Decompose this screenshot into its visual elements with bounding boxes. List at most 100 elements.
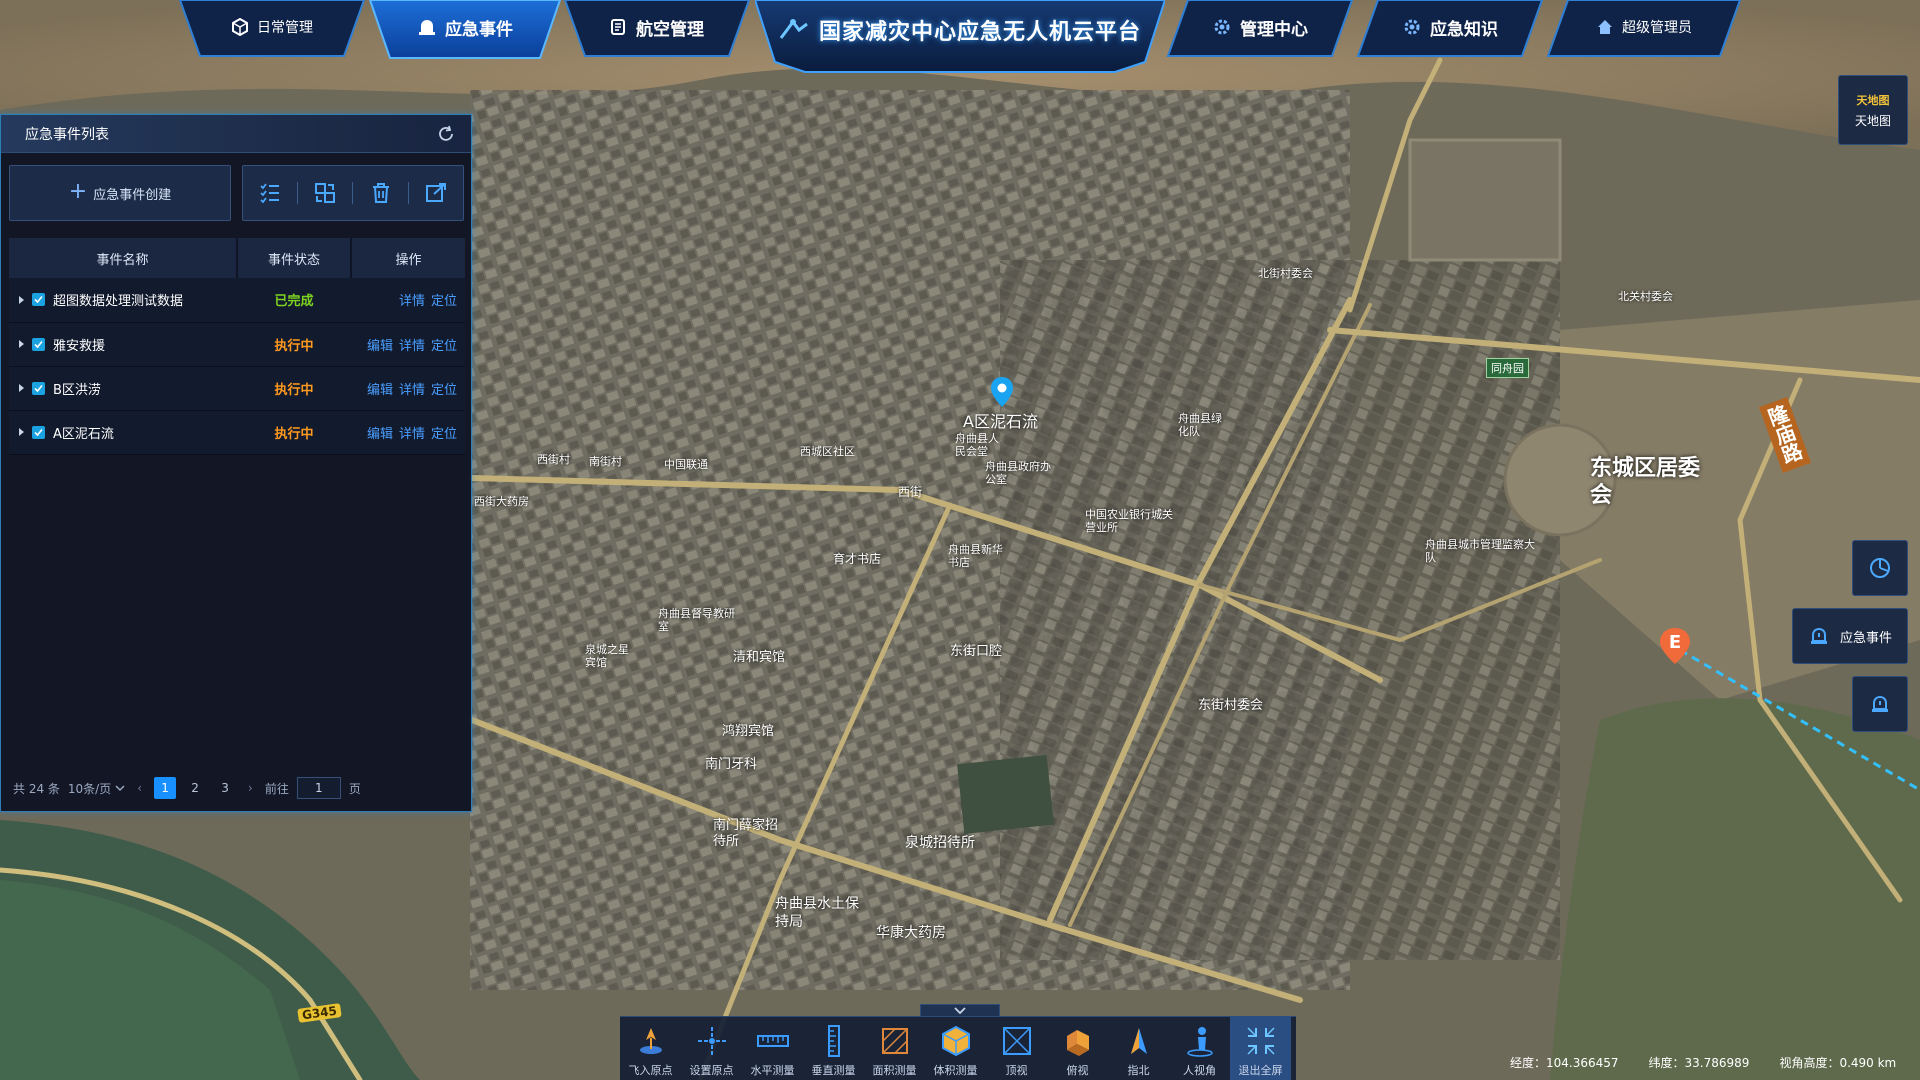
map-label: 鸿翔宾馆 xyxy=(722,724,775,739)
top-view-tool[interactable]: 顶视 xyxy=(986,1016,1047,1080)
event-name: B区洪涝 xyxy=(53,382,101,398)
tab-label: 管理中心 xyxy=(1240,19,1308,40)
goto-label: 前往 xyxy=(264,781,289,796)
expand-caret-icon[interactable] xyxy=(19,428,24,436)
map-label: 西街大药房 xyxy=(474,495,529,508)
expand-caret-icon[interactable] xyxy=(19,340,24,348)
checklist-button[interactable] xyxy=(256,179,284,207)
page-3[interactable]: 3 xyxy=(214,777,236,799)
volume-measure-tool[interactable]: 体积测量 xyxy=(925,1016,986,1080)
tool-label: 退出全屏 xyxy=(1238,1064,1283,1077)
home-icon xyxy=(1598,20,1612,34)
app-title: 国家减灾中心应急无人机云平台 xyxy=(818,20,1141,45)
map-label: 舟曲县城市管理监察大队 xyxy=(1425,538,1535,564)
table-row[interactable]: B区洪涝 执行中 编辑 详情 定位 xyxy=(9,366,465,410)
detail-link[interactable]: 详情 xyxy=(399,427,425,442)
create-event-label: 应急事件创建 xyxy=(93,187,172,203)
goto-page-input[interactable] xyxy=(296,777,341,799)
next-page-button[interactable]: › xyxy=(244,781,257,795)
page-size-value: 10条/页 xyxy=(67,781,112,796)
latitude-readout: 纬度：33.786989 xyxy=(1648,1056,1750,1070)
table-row[interactable]: A区泥石流 执行中 编辑 详情 定位 xyxy=(9,410,465,454)
pie-chart-icon xyxy=(1870,558,1890,578)
prev-page-button[interactable]: ‹ xyxy=(133,781,146,795)
fly-in-icon xyxy=(639,1028,662,1054)
expand-caret-icon[interactable] xyxy=(19,295,24,304)
create-event-button[interactable]: + 应急事件创建 xyxy=(9,165,231,221)
row-checkbox[interactable] xyxy=(32,381,45,395)
fly-in-origin-tool[interactable]: 飞入原点 xyxy=(620,1016,681,1080)
locate-link[interactable]: 定位 xyxy=(431,383,457,398)
check-icon xyxy=(34,296,43,304)
refresh-icon[interactable] xyxy=(437,125,455,143)
tab-emergency-knowledge[interactable]: 应急知识 xyxy=(1350,0,1550,62)
edit-link[interactable]: 编辑 xyxy=(367,427,393,442)
table-row[interactable]: 超图数据处理测试数据 已完成 详情 定位 xyxy=(9,278,465,322)
detail-link[interactable]: 详情 xyxy=(399,383,425,398)
map-label: 东城区居委会 xyxy=(1590,456,1701,508)
locate-link[interactable]: 定位 xyxy=(431,339,457,354)
tool-label: 俯视 xyxy=(1066,1064,1089,1077)
oblique-view-icon xyxy=(1066,1030,1089,1056)
merge-button[interactable] xyxy=(311,179,339,207)
alarm-button[interactable] xyxy=(1852,676,1908,732)
export-button[interactable] xyxy=(422,179,450,207)
page-2[interactable]: 2 xyxy=(184,777,206,799)
event-name: 雅安救援 xyxy=(53,338,106,354)
edit-link[interactable]: 编辑 xyxy=(367,339,393,354)
map-label: 北关村委会 xyxy=(1618,290,1673,303)
page-unit: 页 xyxy=(348,781,361,796)
vertical-measure-icon xyxy=(827,1025,840,1057)
column-header: 事件名称 xyxy=(9,238,238,278)
event-e-marker[interactable]: E xyxy=(1660,628,1690,664)
tab-daily-management[interactable]: 日常管理 xyxy=(172,0,372,62)
compass-north-tool[interactable]: 指北 xyxy=(1108,1016,1169,1080)
area-measure-tool[interactable]: 面积测量 xyxy=(864,1016,925,1080)
row-checkbox[interactable] xyxy=(32,337,45,351)
oblique-view-tool[interactable]: 俯视 xyxy=(1047,1016,1108,1080)
horizontal-measure-icon xyxy=(756,1035,789,1047)
column-header: 事件状态 xyxy=(237,238,352,278)
exit-fullscreen-tool[interactable]: 退出全屏 xyxy=(1230,1016,1291,1080)
top-view-icon xyxy=(1002,1027,1031,1055)
basemap-label: 天地图 xyxy=(1854,113,1891,128)
map-label: 西城区社区 xyxy=(800,445,855,458)
expand-caret-icon[interactable] xyxy=(19,384,24,392)
bulk-action-group xyxy=(242,165,464,221)
edit-link[interactable]: 编辑 xyxy=(367,383,393,398)
basemap-switch-button[interactable]: 天地图 天地图 xyxy=(1838,75,1908,145)
table-row[interactable]: 雅安救援 执行中 编辑 详情 定位 xyxy=(9,322,465,366)
volume-measure-icon xyxy=(941,1025,970,1057)
map-label: 育才书店 xyxy=(833,552,882,566)
alarm-icon xyxy=(419,20,435,35)
row-checkbox[interactable] xyxy=(32,425,45,439)
detail-link[interactable]: 详情 xyxy=(399,339,425,354)
page-size-select[interactable]: 10条/页 xyxy=(68,780,125,797)
map-label: 舟曲县新华书店 xyxy=(948,543,1003,569)
tab-management-center[interactable]: 管理中心 xyxy=(1160,0,1360,62)
tab-label: 应急知识 xyxy=(1430,19,1498,40)
compass-north-icon xyxy=(1130,1028,1147,1054)
tab-super-admin[interactable]: 超级管理员 xyxy=(1540,0,1748,62)
emergency-events-side-button[interactable]: 应急事件 xyxy=(1792,608,1908,664)
tool-label: 面积测量 xyxy=(872,1064,917,1077)
delete-button[interactable] xyxy=(367,179,395,207)
set-origin-tool[interactable]: 设置原点 xyxy=(681,1016,742,1080)
page-1[interactable]: 1 xyxy=(154,777,177,799)
locate-link[interactable]: 定位 xyxy=(431,427,457,442)
tab-aviation-management[interactable]: 航空管理 xyxy=(557,0,757,62)
logo-icon xyxy=(779,19,808,39)
person-view-tool[interactable]: 人视角 xyxy=(1169,1016,1230,1080)
tab-emergency-events[interactable]: 应急事件 xyxy=(362,0,568,62)
locate-link[interactable]: 定位 xyxy=(431,294,457,309)
statistics-button[interactable] xyxy=(1852,540,1908,596)
tool-label: 人视角 xyxy=(1183,1064,1216,1077)
vertical-measure-tool[interactable]: 垂直测量 xyxy=(803,1016,864,1080)
view-height-readout: 视角高度：0.490 km xyxy=(1779,1056,1897,1070)
divider xyxy=(296,182,298,204)
tool-label: 飞入原点 xyxy=(628,1064,673,1077)
detail-link[interactable]: 详情 xyxy=(399,294,425,309)
location-pin-icon[interactable] xyxy=(991,377,1013,407)
horizontal-measure-tool[interactable]: 水平测量 xyxy=(742,1016,803,1080)
row-checkbox[interactable] xyxy=(32,293,45,307)
